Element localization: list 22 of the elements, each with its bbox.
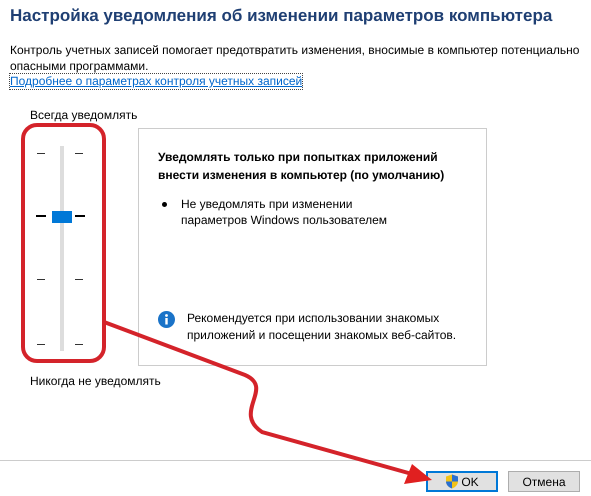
slider-bottom-label: Никогда не уведомлять — [30, 374, 161, 388]
slider-tick — [37, 153, 45, 154]
slider-tick — [37, 344, 45, 345]
bullet-dot — [162, 202, 167, 207]
cancel-button[interactable]: Отмена — [508, 471, 580, 492]
level-heading: Уведомлять только при попытках приложений внести изменения в компьютер (по умолчанию) — [158, 149, 446, 184]
slider-tick — [75, 153, 83, 154]
info-icon — [158, 311, 175, 328]
slider-tick — [75, 215, 85, 217]
ok-button[interactable]: OK — [426, 471, 498, 492]
slider-tick — [36, 215, 46, 217]
slider-tick — [75, 279, 83, 280]
slider-tick — [75, 344, 83, 345]
details-link[interactable]: Подробнее о параметрах контроля учетных записей — [10, 74, 302, 89]
page-title: Настройка уведомления об изменении параметров компьютера — [10, 5, 554, 27]
slider-thumb[interactable] — [52, 210, 72, 223]
recommendation-text: Рекомендуется при использовании знакомых приложений и посещении знакомых веб-сайтов. — [187, 310, 458, 344]
slider-tick — [37, 279, 45, 280]
description-text: Контроль учетных записей помогает предотвратить изменения, вносимые в компьютер потенциально опасными программами. — [10, 42, 580, 74]
slider-top-label: Всегда уведомлять — [30, 108, 138, 122]
shield-icon — [445, 474, 460, 489]
bullet-text: Не уведомлять при изменении параметров Windows пользователем — [181, 196, 388, 228]
